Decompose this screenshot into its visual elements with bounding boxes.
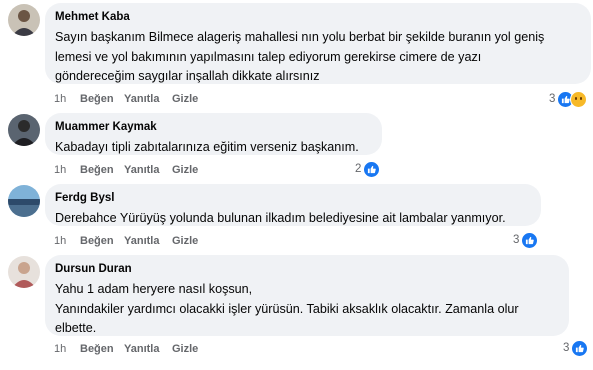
reaction-count: 3: [549, 93, 556, 105]
reaction-count: 3: [563, 342, 570, 354]
comment-text: Yahu 1 adam heryere nasıl koşsun, Yanınd…: [55, 282, 519, 335]
hide-button[interactable]: Gizle: [172, 342, 198, 356]
like-button[interactable]: Beğen: [80, 92, 124, 106]
avatar[interactable]: [8, 114, 40, 146]
hide-button[interactable]: Gizle: [172, 92, 198, 106]
comment-actions: 1h Beğen Yanıtla Gizle: [54, 92, 198, 106]
author-name[interactable]: Dursun Duran: [55, 262, 557, 277]
comment-text: Derebahce Yürüyüş yolunda bulunan ilkadı…: [55, 211, 506, 225]
hide-button[interactable]: Gizle: [172, 163, 198, 177]
avatar[interactable]: [8, 185, 40, 217]
reply-button[interactable]: Yanıtla: [124, 342, 172, 356]
reply-button[interactable]: Yanıtla: [124, 163, 172, 177]
comment-bubble: Ferdg Bysl Derebahce Yürüyüş yolunda bul…: [45, 184, 541, 226]
reaction-summary[interactable]: 3: [563, 339, 589, 357]
comment-bubble: Muammer Kaymak Kabadayı tipli zabıtaları…: [45, 113, 382, 155]
reaction-summary[interactable]: 3: [513, 231, 539, 249]
author-name[interactable]: Muammer Kaymak: [55, 120, 370, 135]
like-button[interactable]: Beğen: [80, 163, 124, 177]
timestamp[interactable]: 1h: [54, 342, 80, 356]
author-name[interactable]: Ferdg Bysl: [55, 191, 529, 206]
comment-actions: 1h Beğen Yanıtla Gizle: [54, 342, 198, 356]
hide-button[interactable]: Gizle: [172, 234, 198, 248]
timestamp[interactable]: 1h: [54, 234, 80, 248]
comment-text: Sayın başkanım Bilmece alageriş mahalles…: [55, 30, 545, 83]
reply-button[interactable]: Yanıtla: [124, 92, 172, 106]
comment-bubble: Mehmet Kaba Sayın başkanım Bilmece alage…: [45, 3, 591, 84]
comment-actions: 1h Beğen Yanıtla Gizle: [54, 163, 198, 177]
reaction-summary[interactable]: 2: [355, 160, 381, 178]
like-icon: [521, 231, 539, 249]
like-button[interactable]: Beğen: [80, 234, 124, 248]
timestamp[interactable]: 1h: [54, 163, 80, 177]
comment-text: Kabadayı tipli zabıtalarınıza eğitim ver…: [55, 140, 359, 154]
like-icon: [363, 160, 381, 178]
reaction-summary[interactable]: 3: [549, 90, 588, 108]
like-button[interactable]: Beğen: [80, 342, 124, 356]
comment-bubble: Dursun Duran Yahu 1 adam heryere nasıl k…: [45, 255, 569, 336]
reaction-count: 2: [355, 163, 362, 175]
timestamp[interactable]: 1h: [54, 92, 80, 106]
avatar[interactable]: [8, 256, 40, 288]
reaction-count: 3: [513, 234, 520, 246]
comment-actions: 1h Beğen Yanıtla Gizle: [54, 234, 198, 248]
sad-icon: [570, 90, 588, 108]
reply-button[interactable]: Yanıtla: [124, 234, 172, 248]
author-name[interactable]: Mehmet Kaba: [55, 10, 579, 25]
avatar[interactable]: [8, 4, 40, 36]
like-icon: [571, 339, 589, 357]
